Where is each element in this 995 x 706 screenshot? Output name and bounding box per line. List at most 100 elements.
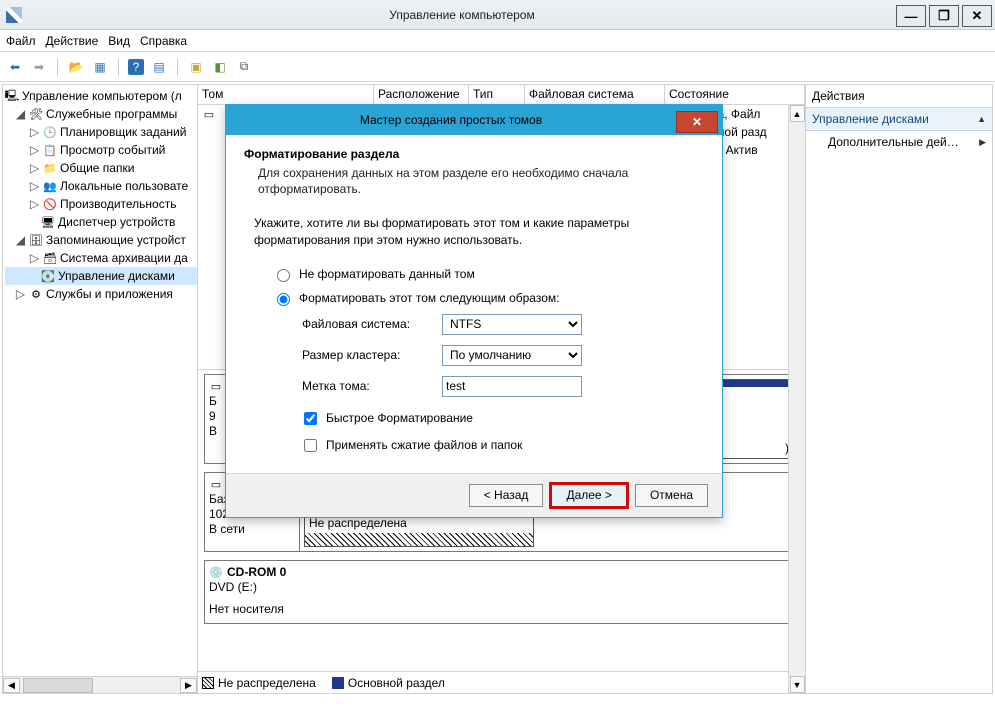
- disk-online: В сети: [209, 522, 295, 536]
- tree-label: Локальные пользовате: [60, 179, 188, 193]
- up-folder-icon[interactable]: 📂: [67, 58, 85, 76]
- cluster-select[interactable]: По умолчанию: [442, 345, 582, 366]
- checkbox-compress-row[interactable]: Применять сжатие файлов и папок: [300, 436, 704, 455]
- scroll-thumb[interactable]: [23, 678, 93, 693]
- checkbox-compress[interactable]: [304, 439, 317, 452]
- users-icon: 👥: [43, 179, 57, 193]
- sharedfolders-icon: 📁: [43, 161, 57, 175]
- menu-file[interactable]: Файл: [6, 34, 36, 48]
- tree-perf[interactable]: ▷ 🚫 Производительность: [5, 195, 197, 213]
- tree-root-label: Управление компьютером (л: [22, 89, 182, 103]
- twisty-icon[interactable]: ▷: [29, 143, 40, 157]
- disk-icon: ▭: [209, 477, 223, 491]
- cdrom-sub: DVD (E:): [209, 580, 296, 594]
- volume-label-input[interactable]: [442, 376, 582, 397]
- computer-icon: 🖳: [5, 89, 19, 103]
- tree-eventviewer[interactable]: ▷ 📋 Просмотр событий: [5, 141, 197, 159]
- fs-label: Файловая система:: [302, 317, 432, 331]
- tree-label: Планировщик заданий: [60, 125, 186, 139]
- back-button[interactable]: < Назад: [469, 484, 544, 507]
- tree-label: Служебные программы: [46, 107, 177, 121]
- diskmgmt-icon: 💽: [41, 269, 55, 283]
- scroll-left-icon[interactable]: ◀: [3, 678, 20, 693]
- cluster-label: Размер кластера:: [302, 348, 432, 362]
- twisty-icon[interactable]: ◢: [15, 233, 26, 247]
- tree-diskmgmt[interactable]: 💽 Управление дисками: [5, 267, 197, 285]
- actions-header: Действия: [806, 85, 992, 108]
- tree-shared[interactable]: ▷ 📁 Общие папки: [5, 159, 197, 177]
- wizard-heading: Форматирование раздела: [244, 147, 704, 161]
- nav-back-icon[interactable]: ⬅: [6, 58, 24, 76]
- twisty-icon[interactable]: ◢: [15, 107, 26, 121]
- field-volume-label: Метка тома:: [302, 376, 704, 397]
- nav-forward-icon[interactable]: ➡: [30, 58, 48, 76]
- help-icon[interactable]: ?: [128, 59, 144, 75]
- radio-format[interactable]: [277, 293, 290, 306]
- tree-localusers[interactable]: ▷ 👥 Локальные пользовате: [5, 177, 197, 195]
- wizard-close-button[interactable]: ✕: [676, 111, 718, 133]
- menu-action[interactable]: Действие: [46, 34, 99, 48]
- actions-more[interactable]: Дополнительные дей… ▶: [806, 131, 992, 153]
- fs-select[interactable]: NTFS: [442, 314, 582, 335]
- scroll-right-icon[interactable]: ▶: [180, 678, 197, 693]
- twisty-icon[interactable]: ▷: [29, 161, 40, 175]
- wizard-subheading: Для сохранения данных на этом разделе ег…: [244, 165, 704, 197]
- wizard-dialog: Мастер создания простых томов ✕ Форматир…: [225, 104, 723, 518]
- col-state[interactable]: Состояние: [665, 85, 805, 104]
- cdrom-icon: 💿: [209, 565, 223, 579]
- volume-label-label: Метка тома:: [302, 379, 432, 393]
- tree-storage[interactable]: ◢ 🗄 Запоминающие устройст: [5, 231, 197, 249]
- restore-button[interactable]: ❐: [929, 5, 959, 27]
- tree-services[interactable]: ▷ ⚙ Службы и приложения: [5, 285, 197, 303]
- col-type[interactable]: Тип: [469, 85, 525, 104]
- close-button[interactable]: ✕: [962, 5, 992, 27]
- actions-section[interactable]: Управление дисками ▲: [806, 108, 992, 131]
- column-headers: Том Расположение Тип Файловая система Со…: [198, 85, 805, 105]
- checkbox-quickformat-row[interactable]: Быстрое Форматирование: [300, 409, 704, 428]
- refresh-icon[interactable]: ▤: [150, 58, 168, 76]
- menu-help[interactable]: Справка: [140, 34, 187, 48]
- collapse-icon[interactable]: ▲: [977, 114, 986, 124]
- tree-devmgr[interactable]: 🖥 Диспетчер устройств: [5, 213, 197, 231]
- scroll-up-icon[interactable]: ▲: [790, 105, 805, 122]
- tree-scheduler[interactable]: ▷ 🕒 Планировщик заданий: [5, 123, 197, 141]
- toolbar-icon-c[interactable]: ⧉: [235, 58, 253, 76]
- col-volume[interactable]: Том: [198, 85, 374, 104]
- twisty-icon[interactable]: ▷: [29, 179, 40, 193]
- col-fs[interactable]: Файловая система: [525, 85, 665, 104]
- menu-view[interactable]: Вид: [108, 34, 130, 48]
- tree-utilities[interactable]: ◢ 🛠 Служебные программы: [5, 105, 197, 123]
- cancel-button[interactable]: Отмена: [635, 484, 708, 507]
- option-format[interactable]: Форматировать этот том следующим образом…: [272, 290, 704, 306]
- wizard-titlebar[interactable]: Мастер создания простых томов ✕: [226, 105, 722, 135]
- next-button[interactable]: Далее >: [551, 484, 627, 507]
- tree-label: Производительность: [60, 197, 176, 211]
- properties-icon[interactable]: ▦: [91, 58, 109, 76]
- tree-label: Управление дисками: [58, 269, 175, 283]
- tree-label: Запоминающие устройст: [46, 233, 186, 247]
- twisty-icon[interactable]: ▷: [29, 251, 40, 265]
- checkbox-quickformat[interactable]: [304, 412, 317, 425]
- eventviewer-icon: 📋: [43, 143, 57, 157]
- tree-backup[interactable]: ▷ 🗃 Система архивации да: [5, 249, 197, 267]
- option-noformat[interactable]: Не форматировать данный том: [272, 266, 704, 282]
- wizard-instruction: Укажите, хотите ли вы форматировать этот…: [244, 215, 704, 261]
- app-icon: [6, 7, 22, 23]
- center-vscrollbar[interactable]: ▲ ▼: [788, 105, 805, 693]
- toolbar-icon-a[interactable]: ▣: [187, 58, 205, 76]
- toolbar-icon-b[interactable]: ◧: [211, 58, 229, 76]
- minimize-button[interactable]: —: [896, 5, 926, 27]
- cdrom-title: CD-ROM 0: [227, 565, 286, 579]
- scroll-down-icon[interactable]: ▼: [790, 676, 805, 693]
- quickformat-label: Быстрое Форматирование: [326, 411, 473, 425]
- field-cluster: Размер кластера: По умолчанию: [302, 345, 704, 366]
- scheduler-icon: 🕒: [43, 125, 57, 139]
- twisty-icon[interactable]: ▷: [29, 197, 40, 211]
- twisty-icon[interactable]: ▷: [29, 125, 40, 139]
- col-layout[interactable]: Расположение: [374, 85, 469, 104]
- cdrom-block[interactable]: 💿CD-ROM 0 DVD (E:) Нет носителя: [204, 560, 799, 624]
- tree-hscrollbar[interactable]: ◀ ▶: [3, 676, 197, 693]
- tree-root[interactable]: 🖳 Управление компьютером (л: [5, 87, 197, 105]
- twisty-icon[interactable]: ▷: [15, 287, 26, 301]
- radio-noformat[interactable]: [277, 269, 290, 282]
